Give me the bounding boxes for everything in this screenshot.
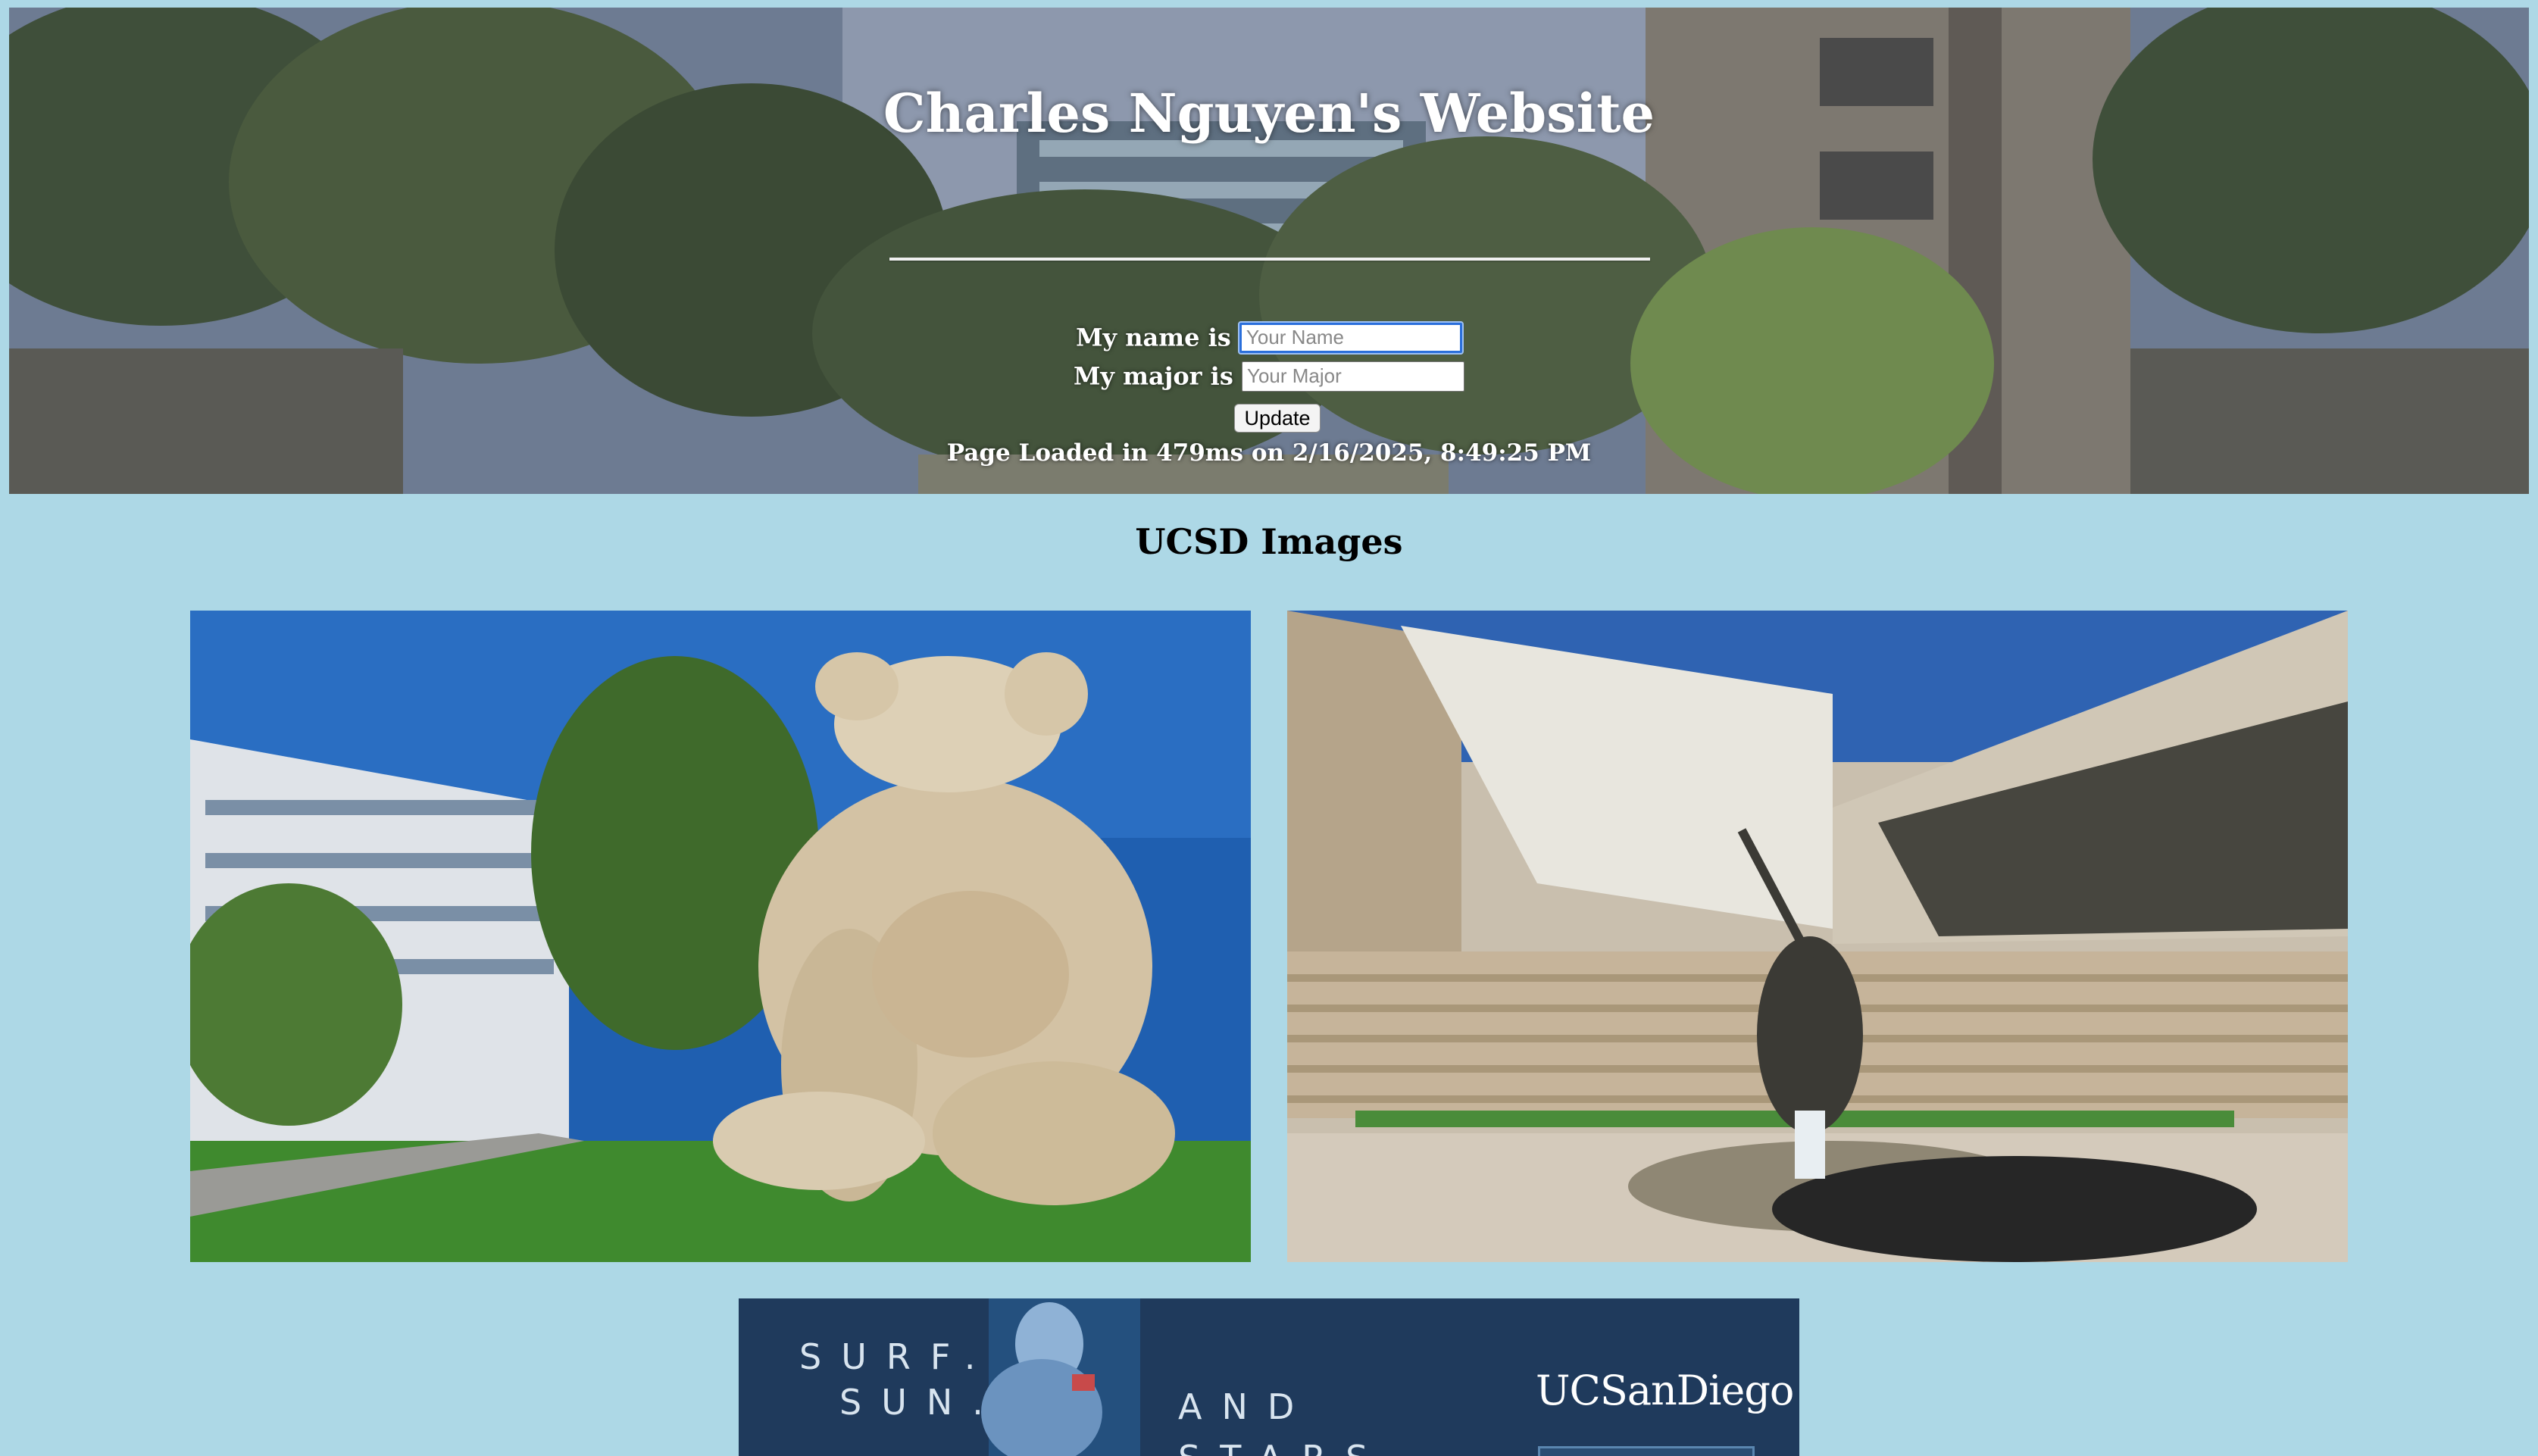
site-title: Charles Nguyen's Website [883,82,1655,145]
major-row: My major is [9,360,2529,392]
banner-text-stars: STARS [1178,1438,1387,1456]
banner-text-surf: SURF. [799,1336,996,1377]
banner-text-sun: SUN. [839,1382,1003,1423]
update-button[interactable]: Update [1234,404,1321,433]
bear-sculpture-image [190,611,1251,1262]
banner-button-outline [1538,1446,1755,1456]
page-load-info: Page Loaded in 479ms on 2/16/2025, 8:49:… [946,439,1592,467]
name-row: My name is [9,320,2529,355]
header-divider [889,258,1650,261]
ucsd-logo: UCSanDiego [1536,1367,1794,1414]
major-input[interactable] [1241,361,1464,392]
ucsd-promo-banner: SURF. SUN. AND STARS UCSanDiego [739,1298,1799,1456]
sun-god-fountain-image [1287,611,2348,1262]
name-label: My name is [1076,323,1231,352]
header-banner: Charles Nguyen's Website My name is My m… [9,8,2529,494]
major-label: My major is [1074,361,1233,391]
section-title: UCSD Images [1135,521,1403,562]
name-input[interactable] [1237,320,1464,355]
banner-text-and: AND [1178,1386,1314,1427]
